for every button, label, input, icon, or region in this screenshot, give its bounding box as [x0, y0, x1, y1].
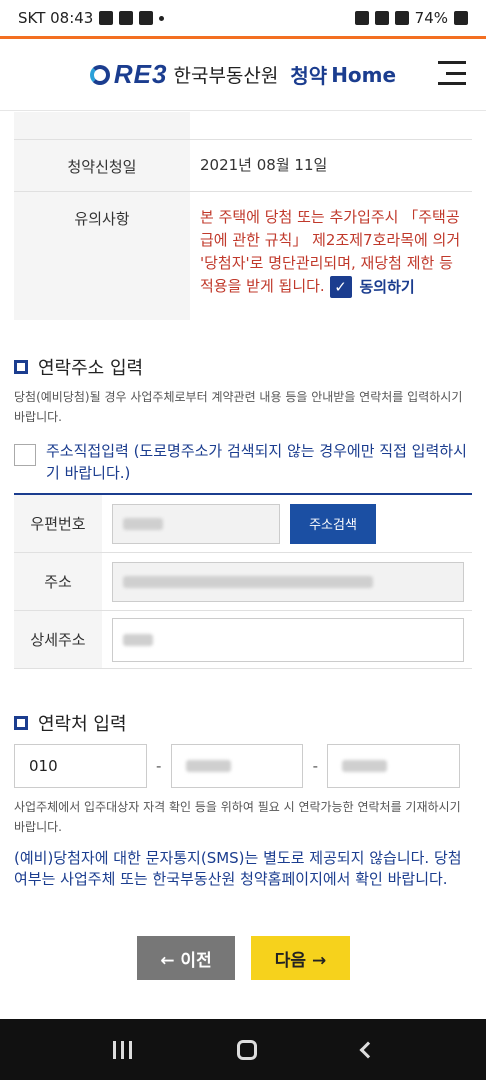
redacted-value — [185, 760, 231, 772]
phone-section-title: 연락처 입력 — [14, 710, 127, 736]
zip-field[interactable] — [112, 503, 280, 544]
menu-icon[interactable] — [438, 61, 466, 85]
logo-mark-icon — [89, 64, 110, 85]
address-table: 우편번호 주소검색 주소 상세주소 — [14, 493, 472, 669]
home-icon[interactable] — [236, 1039, 257, 1060]
logo-reb: RE3 — [113, 59, 168, 89]
redacted-value — [123, 633, 153, 646]
info-value: 2021년 08월 11일 — [200, 156, 328, 174]
alarm-icon — [354, 11, 369, 25]
recent-apps-icon[interactable] — [112, 1040, 132, 1059]
agree-checkbox[interactable]: ✓ 동의하기 — [329, 275, 415, 298]
address-field[interactable] — [112, 561, 464, 602]
status-bar: SKT 08:43 74% — [0, 0, 486, 36]
detail-address-field[interactable] — [112, 617, 464, 662]
next-button[interactable]: 다음 → — [251, 936, 350, 980]
logo-home: Home — [331, 62, 397, 87]
phone-last-field[interactable] — [327, 744, 461, 788]
logo-org: 한국부동산원 — [173, 65, 279, 87]
back-icon[interactable] — [359, 1041, 376, 1058]
gallery-icon — [139, 11, 154, 25]
redacted-value — [123, 517, 163, 530]
wifi-icon — [374, 11, 389, 25]
phone-middle-field[interactable] — [170, 744, 304, 788]
phone-prefix-field[interactable]: 010 — [14, 744, 147, 788]
address-search-button[interactable]: 주소검색 — [290, 503, 376, 544]
address-row: 주소 — [14, 553, 472, 611]
dash: - — [312, 757, 319, 775]
info-row-partial — [14, 112, 472, 140]
direct-input-checkbox[interactable] — [14, 444, 36, 466]
section-bullet-icon — [14, 360, 28, 374]
address-desc: 당첨(예비당첨)될 경우 사업주체로부터 계약관련 내용 등을 안내받을 연락처… — [14, 390, 463, 424]
section-bullet-icon — [14, 716, 28, 730]
info-label: 청약신청일 — [14, 140, 190, 191]
dash: - — [155, 757, 162, 775]
check-icon: ✓ — [329, 275, 352, 298]
agree-label: 동의하기 — [359, 277, 415, 296]
carrier-time: SKT 08:43 — [18, 9, 94, 27]
detail-address-label: 상세주소 — [14, 611, 102, 668]
address-section-title: 연락주소 입력 — [14, 354, 143, 380]
detail-address-row: 상세주소 — [14, 611, 472, 669]
battery-level: 74% — [414, 9, 448, 27]
puzzle-icon — [99, 11, 114, 25]
system-nav-bar — [0, 1019, 486, 1080]
direct-input-option[interactable]: 주소직접입력 (도로명주소가 검색되지 않는 경우에만 직접 입력하시기 바랍니… — [14, 440, 472, 484]
logo-cheong: 청약 — [290, 64, 328, 88]
signal-icon — [394, 11, 409, 25]
info-row-date: 청약신청일 2021년 08월 11일 — [14, 140, 472, 192]
zip-row: 우편번호 주소검색 — [14, 495, 472, 553]
info-label: 유의사항 — [14, 192, 190, 320]
direct-input-label: 주소직접입력 (도로명주소가 검색되지 않는 경우에만 직접 입력하시기 바랍니… — [46, 442, 467, 482]
prev-button[interactable]: ← 이전 — [137, 936, 235, 980]
battery-icon — [454, 11, 468, 25]
redacted-value — [342, 760, 388, 772]
header: RE3 한국부동산원 청약 Home — [0, 39, 486, 111]
dot-icon — [159, 15, 165, 21]
phone-desc: 사업주체에서 입주대상자 자격 확인 등을 위하여 필요 시 연락가능한 연락처… — [14, 800, 461, 834]
sms-note: (예비)당첨자에 대한 문자통지(SMS)는 별도로 제공되지 않습니다. 당첨… — [14, 849, 462, 888]
logo[interactable]: RE3 한국부동산원 청약 Home — [89, 59, 397, 90]
zip-label: 우편번호 — [14, 495, 102, 552]
redacted-value — [123, 575, 373, 588]
phone-inputs: 010 - - — [14, 744, 461, 788]
address-label: 주소 — [14, 553, 102, 610]
info-row-notice: 유의사항 본 주택에 당첨 또는 추가입주시 「주택공급에 관한 규칙」 제2조… — [14, 192, 472, 320]
info-table: 청약신청일 2021년 08월 11일 유의사항 본 주택에 당첨 또는 추가입… — [14, 112, 472, 320]
puzzle-icon — [119, 11, 134, 25]
